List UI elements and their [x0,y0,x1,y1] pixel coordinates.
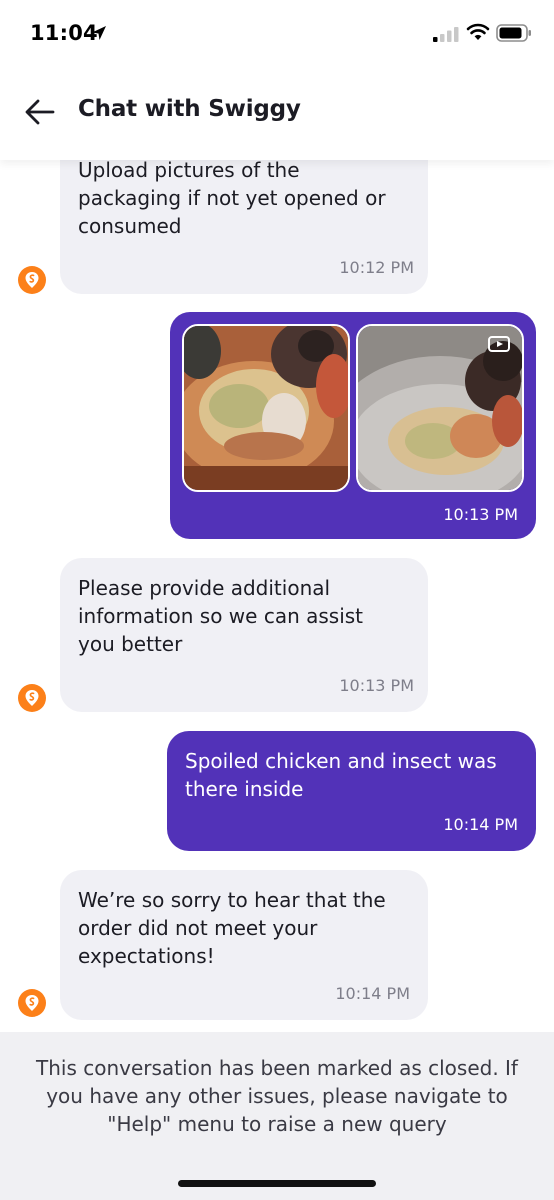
wifi-icon [466,23,490,40]
food-photo-1[interactable] [182,324,350,492]
swiggy-avatar [18,989,46,1017]
bot-message: Please provide additional information so… [60,558,428,712]
chat-header: Chat with Swiggy [0,64,554,160]
location-arrow-icon [92,26,106,40]
message-time: 10:13 PM [339,676,414,695]
message-time: 10:13 PM [443,505,518,524]
food-video-thumbnail[interactable] [356,324,524,492]
swiggy-logo-icon [25,690,39,706]
message-time: 10:14 PM [335,984,410,1003]
page-title: Chat with Swiggy [78,96,301,122]
swiggy-avatar [18,266,46,294]
message-text: We’re so sorry to hear that the order di… [78,888,386,968]
chat-screen: 11:04 Chat with Swiggy Upload pictures o… [0,0,554,1200]
message-text: Please provide additional information so… [78,576,364,656]
back-arrow-icon[interactable] [24,98,56,126]
swiggy-logo-icon [25,995,39,1011]
status-bar: 11:04 [0,0,554,64]
message-text: Upload pictures of the packaging if not … [78,160,386,238]
bot-message: We’re so sorry to hear that the order di… [60,870,428,1020]
status-time: 11:04 [30,21,98,45]
swiggy-avatar [18,684,46,712]
message-time: 10:12 PM [339,258,414,277]
swiggy-logo-icon [25,272,39,288]
message-list[interactable]: Upload pictures of the packaging if not … [0,160,554,1032]
bot-message: Upload pictures of the packaging if not … [60,160,428,294]
user-message: Spoiled chicken and insect was there ins… [167,731,536,851]
message-time: 10:14 PM [443,815,518,834]
user-image-message: 10:13 PM [170,312,536,539]
message-text: Spoiled chicken and insect was there ins… [185,749,497,801]
conversation-closed-banner: This conversation has been marked as clo… [0,1032,554,1200]
video-icon [488,336,510,352]
closed-notice-text: This conversation has been marked as clo… [36,1056,518,1136]
home-indicator[interactable] [178,1180,376,1187]
battery-icon [496,24,531,42]
signal-icon [433,27,459,42]
